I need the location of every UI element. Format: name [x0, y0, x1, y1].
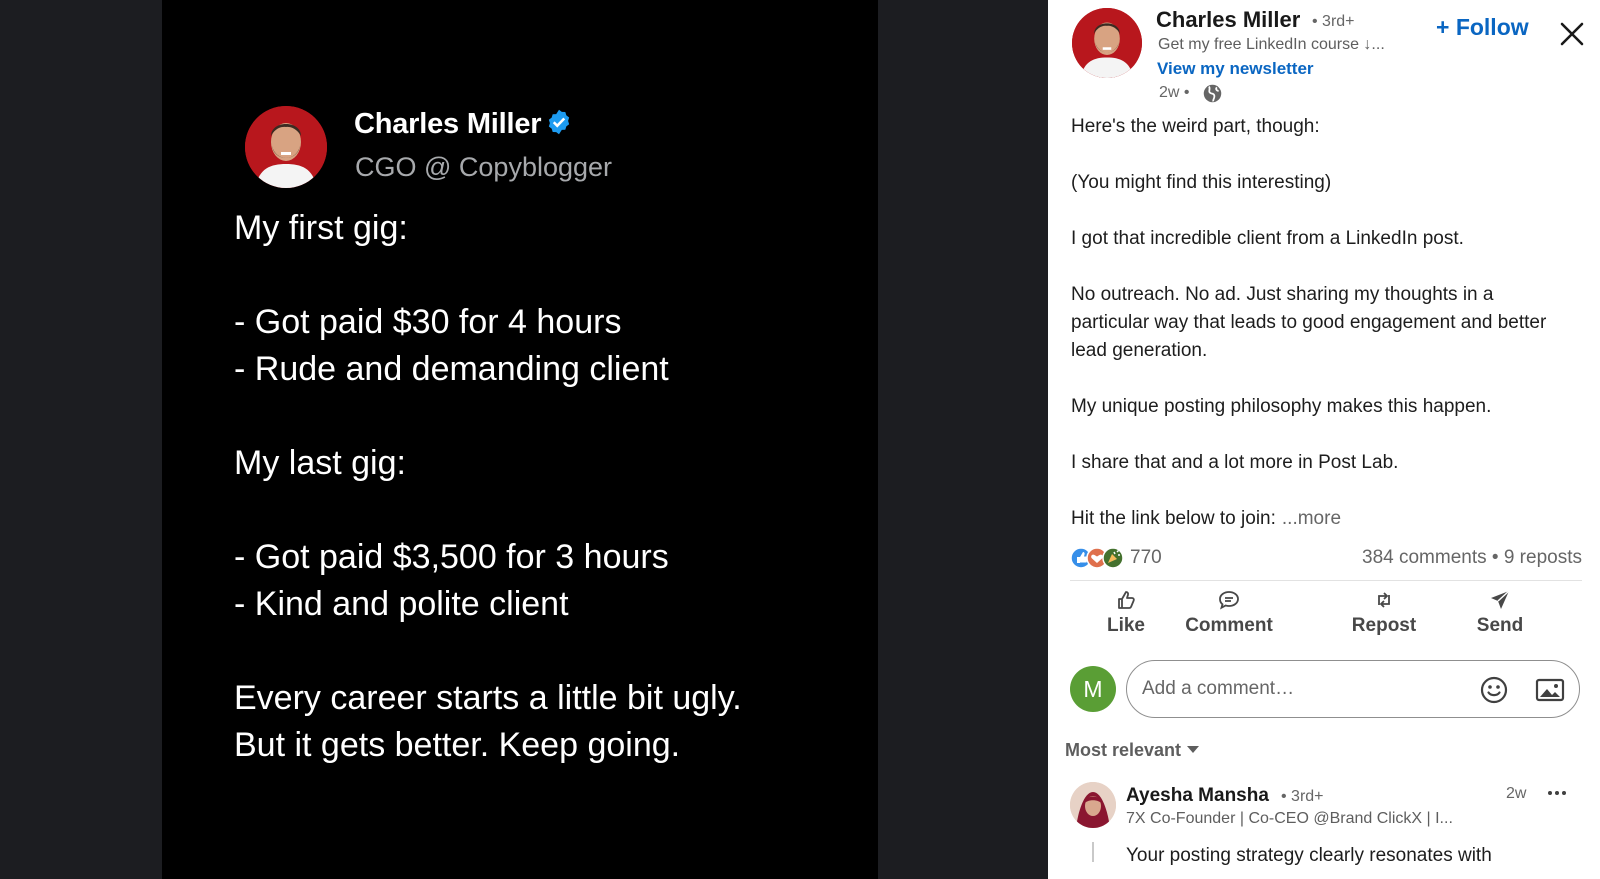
current-user-avatar[interactable]: M	[1070, 666, 1116, 712]
media-viewer: Charles Miller CGO @ Copyblogger My firs…	[0, 0, 1048, 879]
tweet-line: - Got paid $30 for 4 hours	[234, 303, 622, 341]
post-paragraph: Here's the weird part, though:	[1071, 116, 1320, 137]
verified-badge-icon	[545, 108, 573, 144]
close-icon[interactable]	[1558, 20, 1586, 48]
more-options-icon[interactable]	[1546, 786, 1568, 800]
comment-text: Your posting strategy clearly resonates …	[1126, 845, 1492, 866]
author-headline: Get my free LinkedIn course ↓...	[1158, 36, 1385, 53]
tweet-body: My first gig: - Got paid $30 for 4 hours…	[234, 205, 854, 769]
celebrate-icon	[1102, 547, 1124, 569]
like-button[interactable]: Like	[1078, 588, 1174, 648]
send-button[interactable]: Send	[1462, 588, 1538, 648]
comment-label: Comment	[1185, 615, 1273, 636]
globe-icon	[1203, 84, 1222, 103]
caret-down-icon	[1187, 738, 1200, 759]
commenter-avatar[interactable]	[1070, 782, 1116, 828]
thread-line	[1092, 842, 1094, 862]
sort-comments-dropdown[interactable]: Most relevant	[1065, 738, 1200, 761]
see-more-link[interactable]: ...more	[1282, 508, 1341, 529]
post-time: 2w •	[1159, 84, 1190, 101]
social-counts: 770 384 comments • 9 reposts	[1070, 545, 1582, 571]
post-text: Here's the weird part, though: (You migh…	[1071, 113, 1571, 561]
reaction-count[interactable]: 770	[1130, 547, 1162, 569]
tweet-line: But it gets better. Keep going.	[234, 726, 681, 764]
author-name[interactable]: Charles Miller	[1156, 7, 1300, 33]
tweet-line: - Kind and polite client	[234, 585, 569, 623]
tweet-line: - Got paid $3,500 for 3 hours	[234, 538, 669, 576]
emoji-icon[interactable]	[1479, 675, 1509, 705]
photo-icon[interactable]	[1535, 676, 1565, 704]
post-paragraph: I got that incredible client from a Link…	[1071, 228, 1464, 249]
newsletter-link[interactable]: View my newsletter	[1157, 59, 1314, 79]
reaction-icons[interactable]	[1070, 546, 1126, 570]
send-label: Send	[1476, 615, 1524, 636]
tweet-line: - Rude and demanding client	[234, 350, 669, 388]
commenter-name[interactable]: Ayesha Mansha	[1126, 785, 1269, 807]
engagement-counts[interactable]: 384 comments • 9 reposts	[1362, 547, 1582, 569]
comment-box[interactable]	[1126, 660, 1580, 718]
image-author-name: Charles Miller	[354, 108, 573, 144]
send-plane-icon	[1491, 590, 1510, 609]
post-paragraph: My unique posting philosophy makes this …	[1071, 396, 1492, 417]
tweet-line: Every career starts a little bit ugly.	[234, 679, 742, 717]
post-paragraph: No outreach. No ad. Just sharing my thou…	[1071, 284, 1547, 361]
tweet-line: My first gig:	[234, 209, 408, 247]
repost-button[interactable]: Repost	[1332, 588, 1436, 648]
like-thumb-icon	[1118, 591, 1135, 609]
post-paragraph: (You might find this interesting)	[1071, 172, 1332, 193]
post-image[interactable]: Charles Miller CGO @ Copyblogger My firs…	[162, 0, 878, 879]
author-avatar[interactable]	[1072, 8, 1142, 78]
image-author-handle: CGO @ Copyblogger	[355, 152, 613, 182]
post-paragraph: I share that and a lot more in Post Lab.	[1071, 452, 1399, 473]
commenter-degree: • 3rd+	[1281, 788, 1324, 805]
post-detail-panel: Charles Miller • 3rd+ Get my free Linked…	[1048, 0, 1600, 879]
comment-bubble-icon	[1219, 591, 1239, 610]
comment-button[interactable]: Comment	[1170, 588, 1288, 648]
comment-input[interactable]	[1142, 675, 1462, 703]
post-paragraph-last: Hit the link below to join: ...more	[1071, 508, 1342, 529]
repost-label: Repost	[1351, 615, 1417, 636]
commenter-headline: 7X Co-Founder | Co-CEO @Brand ClickX | I…	[1126, 810, 1453, 827]
like-label: Like	[1106, 615, 1146, 636]
divider	[1070, 580, 1582, 581]
connection-degree: • 3rd+	[1312, 13, 1355, 30]
tweet-line: My last gig:	[234, 444, 406, 482]
image-author-avatar	[245, 106, 327, 188]
repost-arrows-icon	[1378, 592, 1390, 608]
follow-button[interactable]: + Follow	[1436, 14, 1529, 41]
comment-time: 2w	[1506, 785, 1527, 802]
